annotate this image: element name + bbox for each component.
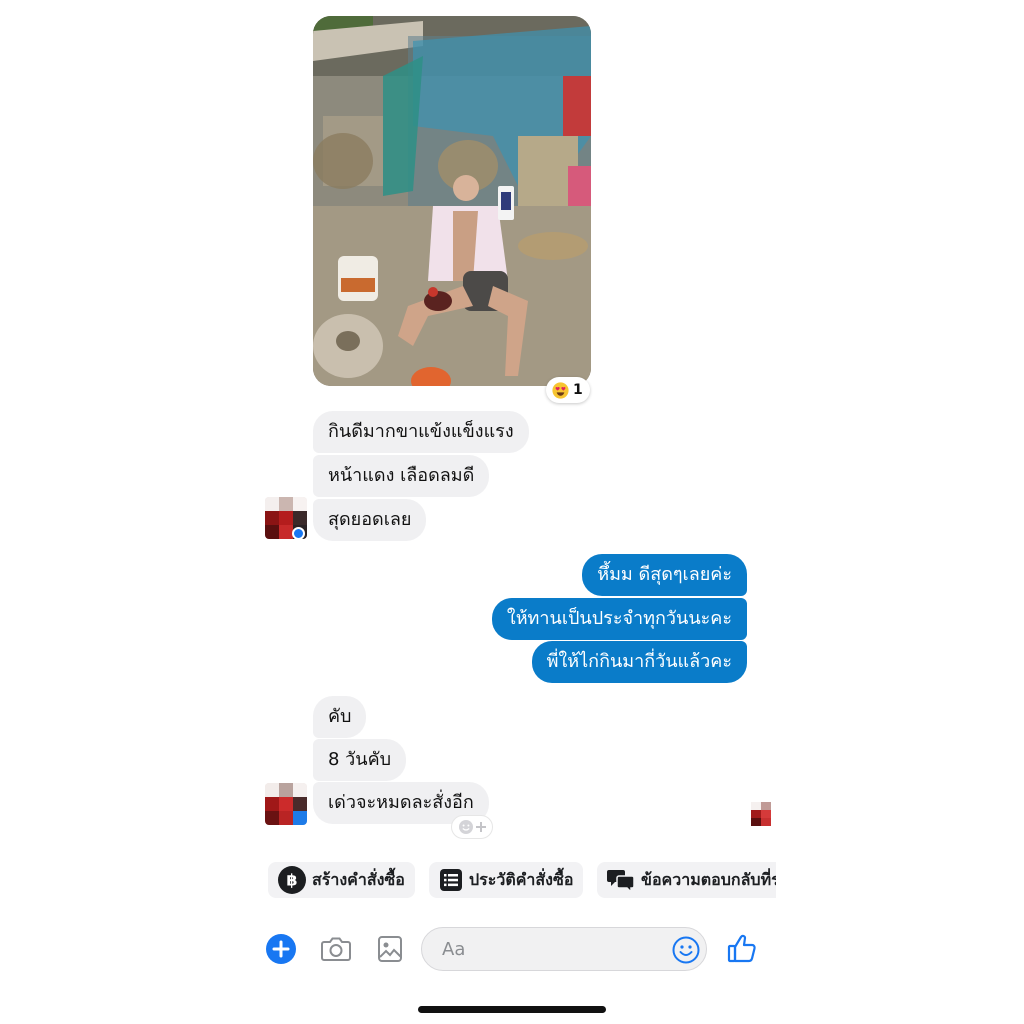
plus-icon: [475, 822, 486, 832]
saved-replies-icon: [607, 870, 635, 893]
baht-icon: ฿: [278, 866, 306, 894]
order-list-icon: [440, 869, 462, 891]
outgoing-message[interactable]: หึ้มม ดีสุดๆเลยค่ะ: [582, 554, 747, 596]
create-order-chip[interactable]: ฿ สร้างคำสั่งซื้อ: [268, 862, 415, 898]
incoming-message[interactable]: คับ: [313, 696, 367, 738]
message-input[interactable]: Aa: [421, 927, 707, 971]
smiley-icon: [458, 820, 473, 834]
reaction-count: 1: [573, 382, 583, 398]
seen-indicator-avatar: [751, 802, 771, 826]
outgoing-message[interactable]: ให้ทานเป็นประจำทุกวันนะคะ: [491, 598, 747, 640]
chip-label: ข้อความตอบกลับที่ร: [641, 869, 776, 889]
message-reaction[interactable]: 1: [546, 377, 590, 403]
plus-icon[interactable]: [266, 934, 296, 964]
like-icon[interactable]: [727, 932, 757, 964]
chip-label: ประวัติคำสั่งซื้อ: [469, 869, 574, 889]
saved-replies-chip[interactable]: ข้อความตอบกลับที่ร: [597, 862, 776, 898]
shared-photo[interactable]: [313, 16, 591, 386]
incoming-message[interactable]: สุดยอดเลย: [313, 499, 427, 541]
messenger-badge-icon: [292, 527, 305, 540]
chip-label: สร้างคำสั่งซื้อ: [312, 869, 405, 889]
avatar[interactable]: [265, 783, 307, 825]
emoji-icon[interactable]: [672, 936, 700, 964]
quick-actions-bar: ฿ สร้างคำสั่งซื้อ ประวัติคำสั่งซื้อ ข้อค…: [268, 862, 776, 898]
message-input-placeholder: Aa: [442, 939, 466, 960]
incoming-message[interactable]: หน้าแดง เลือดลมดี: [313, 455, 490, 497]
add-reaction-button[interactable]: [451, 815, 493, 839]
incoming-message[interactable]: 8 วันคับ: [313, 739, 407, 781]
heart-eyes-icon: [552, 381, 569, 399]
home-indicator: [418, 1006, 606, 1013]
order-history-chip[interactable]: ประวัติคำสั่งซื้อ: [429, 862, 584, 898]
gallery-icon[interactable]: [377, 935, 403, 963]
camera-icon[interactable]: [320, 934, 352, 964]
svg-text:฿: ฿: [286, 871, 297, 890]
outgoing-message[interactable]: พี่ให้ไก่กินมากี่วันแล้วคะ: [531, 641, 747, 683]
incoming-message[interactable]: กินดีมากขาแข้งแข็งแรง: [313, 411, 529, 453]
